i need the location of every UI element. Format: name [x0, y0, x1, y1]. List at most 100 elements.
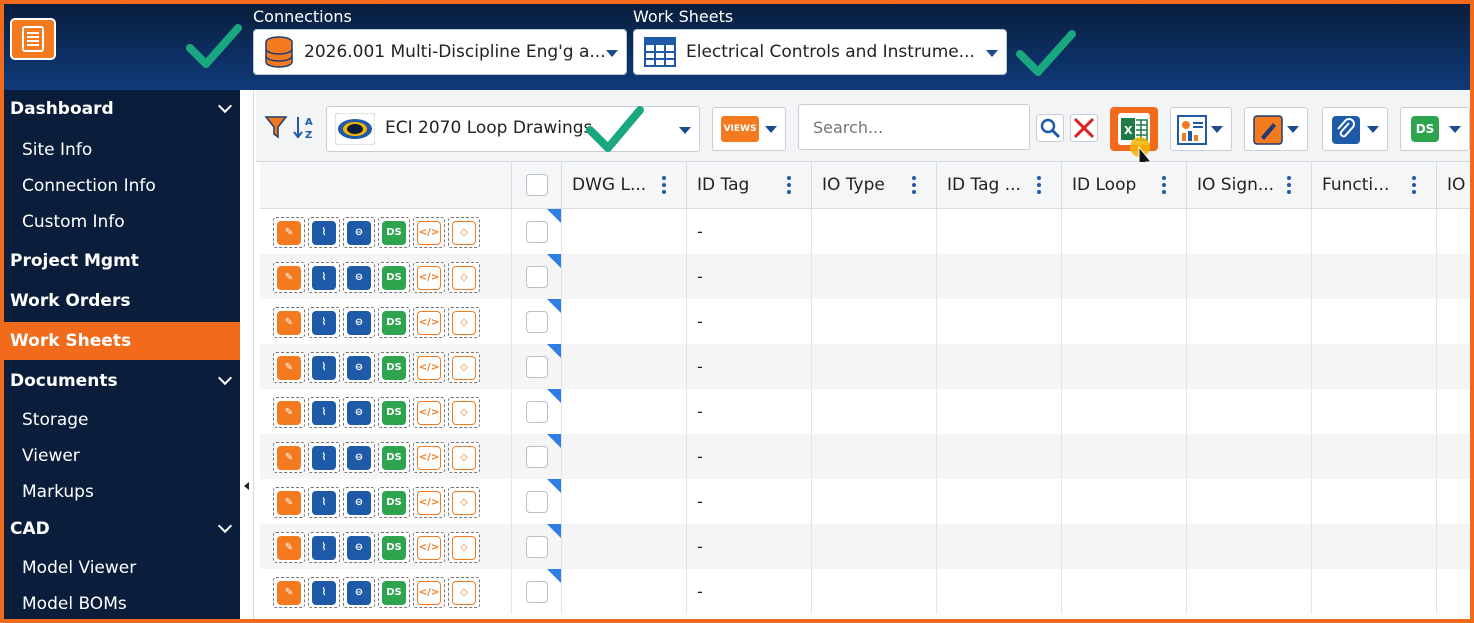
row-checkbox[interactable] [526, 490, 548, 513]
table-cell[interactable] [1187, 344, 1312, 389]
table-cell[interactable] [937, 389, 1062, 434]
table-cell[interactable]: - [687, 209, 812, 254]
sidebar-splitter[interactable] [240, 90, 254, 619]
edit-button[interactable]: ✎ [273, 577, 305, 608]
table-cell[interactable] [562, 299, 687, 344]
edit-button[interactable]: ✎ [273, 487, 305, 518]
table-cell[interactable] [1187, 569, 1312, 614]
table-cell[interactable]: - [687, 344, 812, 389]
row-checkbox[interactable] [526, 310, 548, 333]
table-cell[interactable] [1062, 434, 1187, 479]
table-cell[interactable] [937, 344, 1062, 389]
column-header[interactable]: IO Type [812, 162, 937, 209]
attach-button[interactable]: ⌇ [308, 217, 340, 248]
sidebar-item-cad[interactable]: CAD [4, 510, 240, 548]
search-icon[interactable] [1036, 114, 1064, 142]
table-cell[interactable] [562, 524, 687, 569]
table-cell[interactable] [937, 209, 1062, 254]
table-cell[interactable] [937, 299, 1062, 344]
table-cell[interactable] [1437, 524, 1470, 569]
attach-remove-button[interactable]: ⊖ [343, 352, 375, 383]
table-cell[interactable] [1187, 479, 1312, 524]
sidebar-item-viewer[interactable]: Viewer [22, 446, 80, 466]
edit-button[interactable]: ✎ [273, 352, 305, 383]
table-cell[interactable] [1312, 389, 1437, 434]
attach-remove-button[interactable]: ⊖ [343, 307, 375, 338]
code-button[interactable]: </> [413, 352, 445, 383]
attach-button[interactable]: ⌇ [308, 577, 340, 608]
table-cell[interactable] [1062, 209, 1187, 254]
table-cell[interactable] [937, 569, 1062, 614]
edit-button[interactable]: ✎ [273, 307, 305, 338]
ds-button[interactable]: DS [378, 532, 410, 563]
sidebar-item-custom-info[interactable]: Custom Info [22, 212, 125, 232]
table-cell[interactable]: - [687, 389, 812, 434]
ds-button[interactable]: DS [378, 217, 410, 248]
table-cell[interactable] [1187, 254, 1312, 299]
table-cell[interactable] [812, 479, 937, 524]
table-cell[interactable] [812, 209, 937, 254]
tags-button[interactable]: ◇ [448, 262, 480, 293]
attach-remove-button[interactable]: ⊖ [343, 217, 375, 248]
column-header[interactable]: ID Tag ... [937, 162, 1062, 209]
column-menu-icon[interactable] [912, 176, 916, 194]
tags-button[interactable]: ◇ [448, 577, 480, 608]
edit-button[interactable]: ✎ [273, 217, 305, 248]
export-excel-button[interactable]: X [1110, 107, 1158, 171]
attach-button[interactable]: ⌇ [308, 532, 340, 563]
table-cell[interactable] [562, 389, 687, 434]
app-logo-icon[interactable] [10, 18, 56, 60]
table-cell[interactable] [562, 434, 687, 479]
table-cell[interactable] [937, 434, 1062, 479]
attach-button[interactable]: ⌇ [308, 262, 340, 293]
table-cell[interactable] [1312, 344, 1437, 389]
edit-button[interactable]: ✎ [273, 442, 305, 473]
table-cell[interactable] [1437, 299, 1470, 344]
table-cell[interactable] [1187, 434, 1312, 479]
column-menu-icon[interactable] [1287, 176, 1291, 194]
column-menu-icon[interactable] [1037, 176, 1041, 194]
tags-button[interactable]: ◇ [448, 442, 480, 473]
clear-search-icon[interactable] [1070, 114, 1098, 142]
table-cell[interactable] [1437, 344, 1470, 389]
column-header[interactable]: Functi... [1312, 162, 1437, 209]
tags-button[interactable]: ◇ [448, 307, 480, 338]
column-header[interactable]: DWG L... [562, 162, 687, 209]
connection-select[interactable]: 2026.001 Multi-Discipline Eng'g a... [253, 29, 627, 75]
ds-button[interactable]: DS [378, 442, 410, 473]
ds-button[interactable]: DS [378, 397, 410, 428]
table-cell[interactable] [1312, 569, 1437, 614]
sidebar-item-model-boms[interactable]: Model BOMs [22, 594, 127, 614]
filter-icon[interactable] [264, 114, 290, 140]
table-cell[interactable]: - [687, 479, 812, 524]
tags-button[interactable]: ◇ [448, 217, 480, 248]
sidebar-item-work-orders[interactable]: Work Orders [4, 282, 240, 320]
table-cell[interactable] [937, 254, 1062, 299]
table-cell[interactable] [812, 299, 937, 344]
table-cell[interactable] [1312, 299, 1437, 344]
column-header[interactable]: ID Loop [1062, 162, 1187, 209]
sidebar-item-model-viewer[interactable]: Model Viewer [22, 558, 136, 578]
attach-button[interactable]: ⌇ [308, 352, 340, 383]
attach-remove-button[interactable]: ⊖ [343, 442, 375, 473]
table-cell[interactable] [562, 479, 687, 524]
table-cell[interactable] [812, 434, 937, 479]
row-checkbox[interactable] [526, 445, 548, 468]
search-input[interactable] [798, 104, 1030, 150]
views-menu[interactable]: VIEWS [712, 107, 786, 151]
table-cell[interactable]: - [687, 299, 812, 344]
table-cell[interactable]: - [687, 569, 812, 614]
attach-button[interactable]: ⌇ [308, 487, 340, 518]
code-button[interactable]: </> [413, 262, 445, 293]
table-cell[interactable] [1437, 389, 1470, 434]
table-cell[interactable] [1062, 254, 1187, 299]
ds-button[interactable]: DS [378, 307, 410, 338]
attach-remove-button[interactable]: ⊖ [343, 532, 375, 563]
ds-button[interactable]: DS [378, 352, 410, 383]
table-cell[interactable] [812, 254, 937, 299]
column-header[interactable]: ID Tag [687, 162, 812, 209]
table-cell[interactable] [1312, 524, 1437, 569]
column-menu-icon[interactable] [662, 176, 666, 194]
row-checkbox[interactable] [526, 265, 548, 288]
ds-button[interactable]: DS [378, 487, 410, 518]
